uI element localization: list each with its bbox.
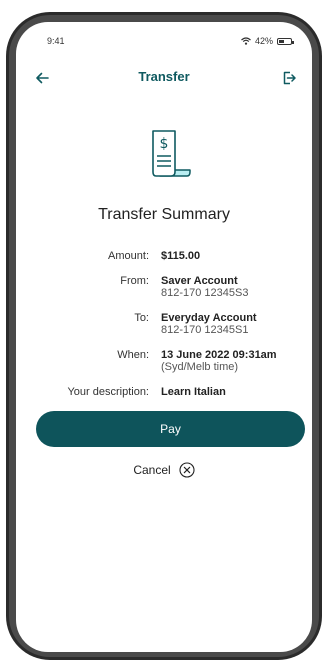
- amount-value: $115.00: [161, 250, 201, 262]
- battery-icon: [277, 37, 294, 45]
- circle-x-icon: [179, 462, 195, 478]
- app-screen: 9:41 42% Transfer $ Transfer Summary Amo…: [16, 22, 312, 652]
- amount-label: Amount:: [108, 250, 149, 262]
- when-value: 13 June 2022 09:31am (Syd/Melb time): [161, 349, 277, 373]
- receipt-dollar-icon: $: [152, 130, 191, 177]
- logout-icon: [283, 71, 296, 85]
- status-bar: 9:41 42%: [16, 36, 312, 50]
- cancel-button[interactable]: Cancel: [16, 462, 312, 478]
- to-label: To:: [134, 312, 149, 324]
- logout-button[interactable]: [278, 68, 300, 88]
- status-time: 9:41: [47, 36, 65, 46]
- status-indicators: 42%: [241, 36, 294, 46]
- from-value: Saver Account 812-170 12345S3: [161, 275, 248, 299]
- from-account-number: 812-170 12345S3: [161, 287, 249, 299]
- timezone-note: (Syd/Melb time): [161, 361, 239, 373]
- pay-button[interactable]: Pay: [36, 411, 305, 447]
- wifi-icon: [241, 37, 251, 45]
- app-header: Transfer: [16, 66, 312, 90]
- summary-title: Transfer Summary: [98, 206, 230, 223]
- when-label: When:: [117, 349, 149, 361]
- from-label: From:: [120, 275, 149, 287]
- description-value: Learn Italian: [161, 386, 226, 398]
- cancel-label: Cancel: [133, 463, 171, 477]
- to-account-name: Everyday Account: [161, 312, 257, 324]
- to-value: Everyday Account 812-170 12345S1: [161, 312, 257, 336]
- to-account-number: 812-170 12345S1: [161, 324, 249, 336]
- page-title: Transfer: [138, 69, 190, 84]
- transfer-date: 13 June 2022 09:31am: [161, 349, 277, 361]
- from-account-name: Saver Account: [161, 275, 238, 287]
- battery-percent: 42%: [254, 36, 273, 46]
- description-label: Your description:: [67, 386, 149, 398]
- svg-text:$: $: [160, 136, 169, 152]
